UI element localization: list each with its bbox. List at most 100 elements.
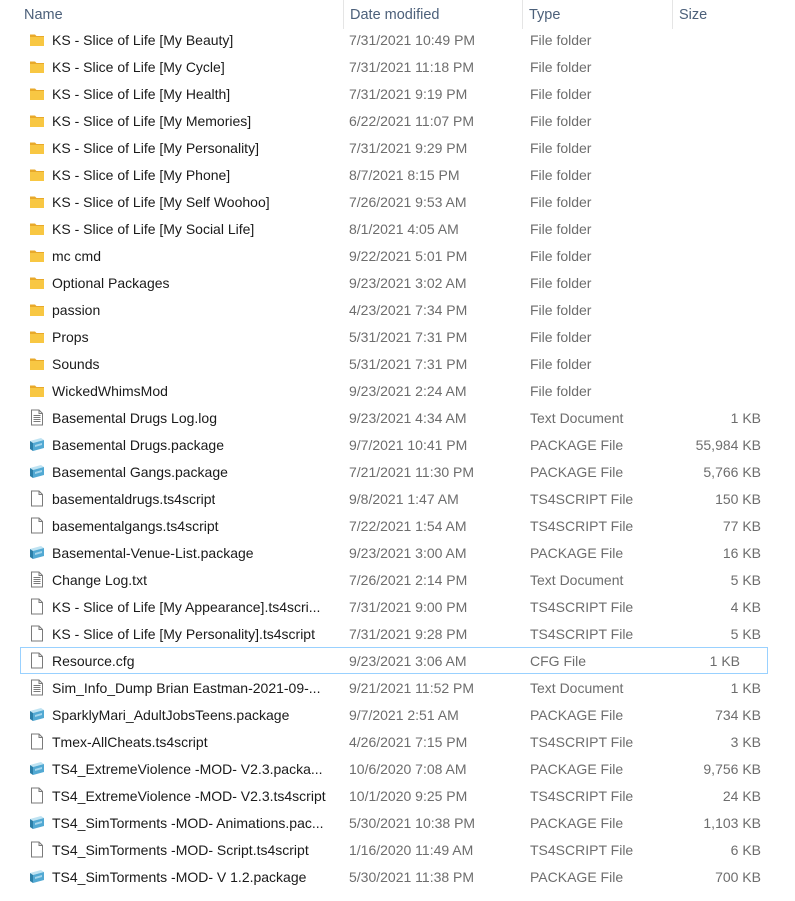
file-row[interactable]: KS - Slice of Life [My Beauty] 7/31/2021 … bbox=[0, 26, 775, 53]
file-name-cell[interactable]: Optional Packages bbox=[1, 274, 344, 291]
folder-icon bbox=[30, 88, 44, 100]
text-document-icon bbox=[31, 679, 43, 696]
file-name: mc cmd bbox=[52, 247, 101, 264]
file-name-cell[interactable]: Basemental Gangs.package bbox=[1, 463, 344, 480]
file-row[interactable]: KS - Slice of Life [My Self Woohoo] 7/26/… bbox=[0, 188, 775, 215]
file-type-cell: TS4SCRIPT File bbox=[530, 733, 634, 750]
file-name-cell[interactable]: KS - Slice of Life [My Beauty] bbox=[1, 31, 344, 48]
file-size-cell: 5 KB bbox=[730, 571, 761, 588]
file-row[interactable]: Basemental-Venue-List.package 9/23/2021 3… bbox=[0, 539, 775, 566]
file-row[interactable]: basementaldrugs.ts4script 9/8/2021 1:47 A… bbox=[0, 485, 775, 512]
file-row[interactable]: Basemental Drugs Log.log 9/23/2021 4:34 A… bbox=[0, 404, 775, 431]
file-row[interactable]: Props 5/31/2021 7:31 PM File folder bbox=[0, 323, 775, 350]
file-row[interactable]: WickedWhimsMod 9/23/2021 2:24 AM File fold… bbox=[0, 377, 775, 404]
file-row[interactable]: mc cmd 9/22/2021 5:01 PM File folder bbox=[0, 242, 775, 269]
file-name-cell[interactable]: KS - Slice of Life [My Memories] bbox=[1, 112, 344, 129]
file-name-cell[interactable]: KS - Slice of Life [My Social Life] bbox=[1, 220, 344, 237]
file-name-cell[interactable]: Change Log.txt bbox=[1, 571, 344, 588]
file-name-cell[interactable]: KS - Slice of Life [My Self Woohoo] bbox=[1, 193, 344, 210]
file-size-cell: 734 KB bbox=[715, 706, 761, 723]
file-name-cell[interactable]: basementaldrugs.ts4script bbox=[1, 490, 344, 507]
file-name-cell[interactable]: Sim_Info_Dump Brian Eastman-2021-09-... bbox=[1, 679, 344, 696]
file-name: Tmex-AllCheats.ts4script bbox=[52, 733, 208, 750]
file-name-cell[interactable]: SparklyMari_AdultJobsTeens.package bbox=[1, 706, 344, 723]
file-name: TS4_ExtremeViolence -MOD- V2.3.packa... bbox=[52, 760, 323, 777]
file-name: KS - Slice of Life [My Cycle] bbox=[52, 58, 225, 75]
file-name-cell[interactable]: KS - Slice of Life [My Health] bbox=[1, 85, 344, 102]
file-name-cell[interactable]: mc cmd bbox=[1, 247, 344, 264]
file-row[interactable]: Optional Packages 9/23/2021 3:02 AM File f… bbox=[0, 269, 775, 296]
file-row[interactable]: Sounds 5/31/2021 7:31 PM File folder bbox=[0, 350, 775, 377]
package-file-icon bbox=[30, 762, 44, 775]
file-name-cell[interactable]: basementalgangs.ts4script bbox=[1, 517, 344, 534]
file-row[interactable]: TS4_ExtremeViolence -MOD- V2.3.packa... 1… bbox=[0, 755, 775, 782]
column-header-size[interactable]: Size bbox=[672, 0, 775, 29]
file-name: TS4_SimTorments -MOD- V 1.2.package bbox=[52, 868, 307, 885]
file-name: KS - Slice of Life [My Health] bbox=[52, 85, 231, 102]
file-name-cell[interactable]: Basemental Drugs.package bbox=[1, 436, 344, 453]
file-row[interactable]: KS - Slice of Life [My Health] 7/31/2021 … bbox=[0, 80, 775, 107]
date-modified-cell: 8/7/2021 8:15 PM bbox=[349, 166, 460, 183]
file-row[interactable]: Basemental Gangs.package 7/21/2021 11:30 … bbox=[0, 458, 775, 485]
file-row[interactable]: KS - Slice of Life [My Appearance].ts4sc… bbox=[0, 593, 775, 620]
file-name-cell[interactable]: KS - Slice of Life [My Appearance].ts4sc… bbox=[1, 598, 344, 615]
file-row[interactable]: SparklyMari_AdultJobsTeens.package 9/7/20… bbox=[0, 701, 775, 728]
file-type-cell: PACKAGE File bbox=[530, 760, 624, 777]
blank-file-icon bbox=[31, 841, 43, 858]
file-name-cell[interactable]: passion bbox=[1, 301, 344, 318]
column-header-name-label: Name bbox=[24, 6, 63, 23]
file-name-cell[interactable]: WickedWhimsMod bbox=[1, 382, 344, 399]
column-header-date-modified[interactable]: Date modified bbox=[343, 0, 522, 29]
blank-file-icon bbox=[31, 787, 43, 804]
file-name-cell[interactable]: Tmex-AllCheats.ts4script bbox=[1, 733, 344, 750]
file-size-cell: 1,103 KB bbox=[703, 814, 761, 831]
file-type-cell: File folder bbox=[530, 328, 592, 345]
file-type-cell: PACKAGE File bbox=[530, 868, 624, 885]
file-name-cell[interactable]: Props bbox=[1, 328, 344, 345]
file-row[interactable]: TS4_SimTorments -MOD- Animations.pac... 5… bbox=[0, 809, 775, 836]
file-name-cell[interactable]: KS - Slice of Life [My Personality].ts4s… bbox=[1, 625, 344, 642]
file-row[interactable]: KS - Slice of Life [My Personality].ts4s… bbox=[0, 620, 775, 647]
file-type-cell: File folder bbox=[530, 220, 592, 237]
file-name-cell[interactable]: Resource.cfg bbox=[21, 652, 344, 669]
file-name: basementaldrugs.ts4script bbox=[52, 490, 216, 507]
file-name-cell[interactable]: TS4_SimTorments -MOD- Script.ts4script bbox=[1, 841, 344, 858]
file-row[interactable]: Basemental Drugs.package 9/7/2021 10:41 P… bbox=[0, 431, 775, 458]
blank-file-icon bbox=[31, 517, 43, 534]
file-row[interactable]: KS - Slice of Life [My Phone] 8/7/2021 8:… bbox=[0, 161, 775, 188]
column-header-type[interactable]: Type bbox=[522, 0, 672, 29]
file-name-cell[interactable]: KS - Slice of Life [My Phone] bbox=[1, 166, 344, 183]
file-row[interactable]: TS4_SimTorments -MOD- Script.ts4script 1/… bbox=[0, 836, 775, 863]
date-modified-cell: 9/8/2021 1:47 AM bbox=[349, 490, 459, 507]
file-name-cell[interactable]: TS4_ExtremeViolence -MOD- V2.3.packa... bbox=[1, 760, 344, 777]
text-document-icon bbox=[31, 571, 43, 588]
file-name-cell[interactable]: Sounds bbox=[1, 355, 344, 372]
file-name-cell[interactable]: TS4_SimTorments -MOD- V 1.2.package bbox=[1, 868, 344, 885]
file-size-cell: 77 KB bbox=[722, 517, 761, 534]
file-row[interactable]: TS4_SimTorments -MOD- V 1.2.package 5/30/… bbox=[0, 863, 775, 890]
file-row[interactable]: Sim_Info_Dump Brian Eastman-2021-09-... 9… bbox=[0, 674, 775, 701]
file-name-cell[interactable]: TS4_SimTorments -MOD- Animations.pac... bbox=[1, 814, 344, 831]
file-name: Basemental Gangs.package bbox=[52, 463, 228, 480]
date-modified-cell: 8/1/2021 4:05 AM bbox=[349, 220, 459, 237]
sort-ascending-icon: ^ bbox=[171, 0, 176, 6]
file-row[interactable]: KS - Slice of Life [My Memories] 6/22/202… bbox=[0, 107, 775, 134]
file-row[interactable]: basementalgangs.ts4script 7/22/2021 1:54 … bbox=[0, 512, 775, 539]
file-name-cell[interactable]: Basemental Drugs Log.log bbox=[1, 409, 344, 426]
date-modified-cell: 5/31/2021 7:31 PM bbox=[349, 328, 468, 345]
file-row[interactable]: KS - Slice of Life [My Social Life] 8/1/2… bbox=[0, 215, 775, 242]
date-modified-cell: 4/23/2021 7:34 PM bbox=[349, 301, 468, 318]
column-header-name[interactable]: Name ^ bbox=[0, 0, 343, 29]
file-name-cell[interactable]: KS - Slice of Life [My Cycle] bbox=[1, 58, 344, 75]
file-row[interactable]: KS - Slice of Life [My Cycle] 7/31/2021 1… bbox=[0, 53, 775, 80]
package-file-icon bbox=[30, 438, 44, 451]
file-row[interactable]: Resource.cfg 9/23/2021 3:06 AM CFG File 1 K… bbox=[20, 647, 768, 674]
file-row[interactable]: passion 4/23/2021 7:34 PM File folder bbox=[0, 296, 775, 323]
file-row[interactable]: Change Log.txt 7/26/2021 2:14 PM Text Docu… bbox=[0, 566, 775, 593]
file-row[interactable]: TS4_ExtremeViolence -MOD- V2.3.ts4script… bbox=[0, 782, 775, 809]
file-name-cell[interactable]: KS - Slice of Life [My Personality] bbox=[1, 139, 344, 156]
file-name-cell[interactable]: Basemental-Venue-List.package bbox=[1, 544, 344, 561]
file-name-cell[interactable]: TS4_ExtremeViolence -MOD- V2.3.ts4script bbox=[1, 787, 344, 804]
file-row[interactable]: Tmex-AllCheats.ts4script 4/26/2021 7:15 P… bbox=[0, 728, 775, 755]
file-row[interactable]: KS - Slice of Life [My Personality] 7/31/… bbox=[0, 134, 775, 161]
